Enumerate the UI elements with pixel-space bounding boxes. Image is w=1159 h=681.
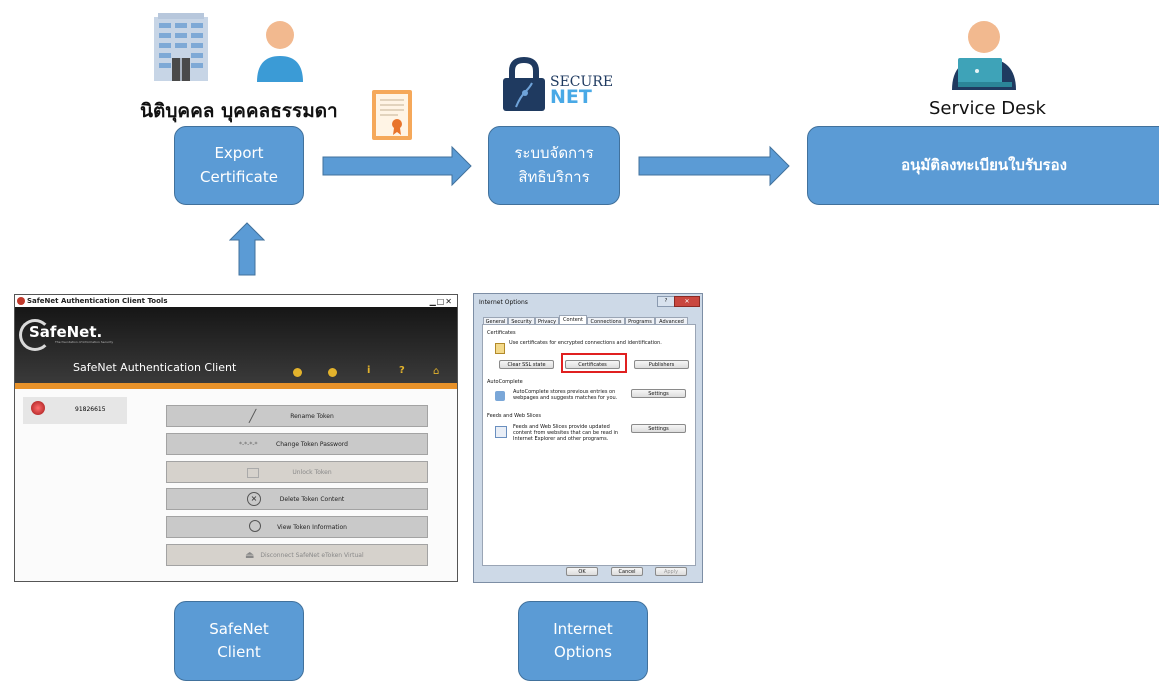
certificates-highlight (561, 353, 627, 373)
ieopt-line2: Options (554, 643, 612, 661)
safenet-app-name: SafeNet Authentication Client (73, 361, 237, 374)
autocomplete-heading: AutoComplete (487, 379, 523, 385)
help-icon[interactable]: ? (399, 365, 405, 376)
rename-token-label: Rename Token (290, 413, 334, 420)
disconnect-etoken-label: Disconnect SafeNet eToken Virtual (260, 552, 364, 559)
building-icon (154, 13, 208, 81)
token-list-item[interactable]: 91826615 (23, 397, 127, 424)
safenet-tagline: The foundation of Information Security (55, 340, 114, 344)
export-line1: Export (214, 144, 264, 163)
change-password-button[interactable]: *-*-*-* Change Token Password (166, 433, 428, 455)
feeds-icon (495, 426, 507, 438)
rename-token-button[interactable]: ╱ Rename Token (166, 405, 428, 427)
export-line2: Certificate (200, 167, 278, 186)
feeds-settings-button[interactable]: Settings (631, 424, 686, 433)
safenet-line1: SafeNet (209, 619, 269, 638)
ok-button[interactable]: OK (566, 567, 598, 576)
view-token-info-button[interactable]: View Token Information (166, 516, 428, 538)
arrow-right-2 (638, 145, 790, 187)
certificate-icon (372, 90, 412, 140)
ieopt-line1: Internet (553, 619, 613, 638)
certificates-desc: Use certificates for encrypted connectio… (509, 340, 662, 346)
help-icon[interactable]: ? (657, 296, 675, 307)
gear-icon[interactable] (293, 368, 302, 377)
logo-net-text: NET (550, 86, 592, 108)
cancel-button[interactable]: Cancel (611, 567, 643, 576)
internet-options-node: Internet Options (518, 601, 648, 681)
entity-label: นิติบุคคล บุคคลธรรมดา (140, 100, 338, 122)
service-desk-label: Service Desk (929, 98, 1046, 119)
person-icon (257, 21, 303, 82)
feeds-desc: Feeds and Web Slices provide updated con… (513, 424, 619, 442)
securenet-lock-icon (503, 57, 545, 111)
unlock-token-label: Unlock Token (292, 469, 332, 476)
rights-management-node: ระบบจัดการ สิทธิบริการ (488, 126, 620, 205)
arrow-right-1 (322, 145, 472, 187)
system-line2: สิทธิบริการ (518, 167, 590, 186)
settings-icon[interactable] (328, 368, 337, 377)
service-desk-agent-icon (952, 21, 1016, 90)
publishers-button[interactable]: Publishers (634, 360, 689, 369)
approve-label: อนุมัติลงทะเบียนใบรับรอง (901, 155, 1067, 174)
delete-token-content-button[interactable]: × Delete Token Content (166, 488, 428, 510)
system-line1: ระบบจัดการ (514, 144, 594, 163)
view-token-label: View Token Information (277, 524, 347, 531)
approve-registration-node: อนุมัติลงทะเบียนใบรับรอง (807, 126, 1159, 205)
clear-ssl-button[interactable]: Clear SSL state (499, 360, 554, 369)
safenet-window: SafeNet Authentication Client Tools ▁□✕ … (14, 294, 458, 582)
arrow-up (229, 222, 265, 276)
autocomplete-icon (495, 391, 505, 401)
safenet-titlebar: SafeNet Authentication Client Tools ▁□✕ (15, 295, 457, 307)
content-tab-panel: Certificates Use certificates for encryp… (482, 324, 696, 566)
safenet-header: SafeNet. The foundation of Information S… (15, 307, 457, 383)
safenet-brand: SafeNet. (29, 323, 103, 341)
home-icon[interactable]: ⌂ (433, 366, 439, 377)
token-id: 91826615 (75, 406, 106, 413)
unlock-token-button[interactable]: Unlock Token (166, 461, 428, 483)
token-icon (31, 401, 45, 415)
ie-dialog-title: Internet Options (479, 299, 528, 306)
apply-button[interactable]: Apply (655, 567, 687, 576)
safenet-line2: Client (217, 643, 261, 661)
change-password-label: Change Token Password (276, 441, 348, 448)
safenet-client-node: SafeNet Client (174, 601, 304, 681)
disconnect-etoken-button[interactable]: ⏏ Disconnect SafeNet eToken Virtual (166, 544, 428, 566)
safenet-window-title: SafeNet Authentication Client Tools (27, 297, 168, 305)
autocomplete-desc: AutoComplete stores previous entries on … (513, 389, 618, 401)
feeds-heading: Feeds and Web Slices (487, 413, 541, 419)
info-icon[interactable]: i (367, 365, 370, 376)
certificate-small-icon (495, 343, 505, 354)
autocomplete-settings-button[interactable]: Settings (631, 389, 686, 398)
delete-token-label: Delete Token Content (279, 496, 345, 503)
close-icon[interactable]: ✕ (674, 296, 700, 307)
internet-options-dialog: Internet Options ? ✕ General Security Pr… (473, 293, 703, 583)
safenet-app-icon (17, 297, 25, 305)
export-certificate-node: Export Certificate (174, 126, 304, 205)
safenet-accent-bar (15, 383, 457, 389)
certificates-heading: Certificates (487, 330, 516, 336)
